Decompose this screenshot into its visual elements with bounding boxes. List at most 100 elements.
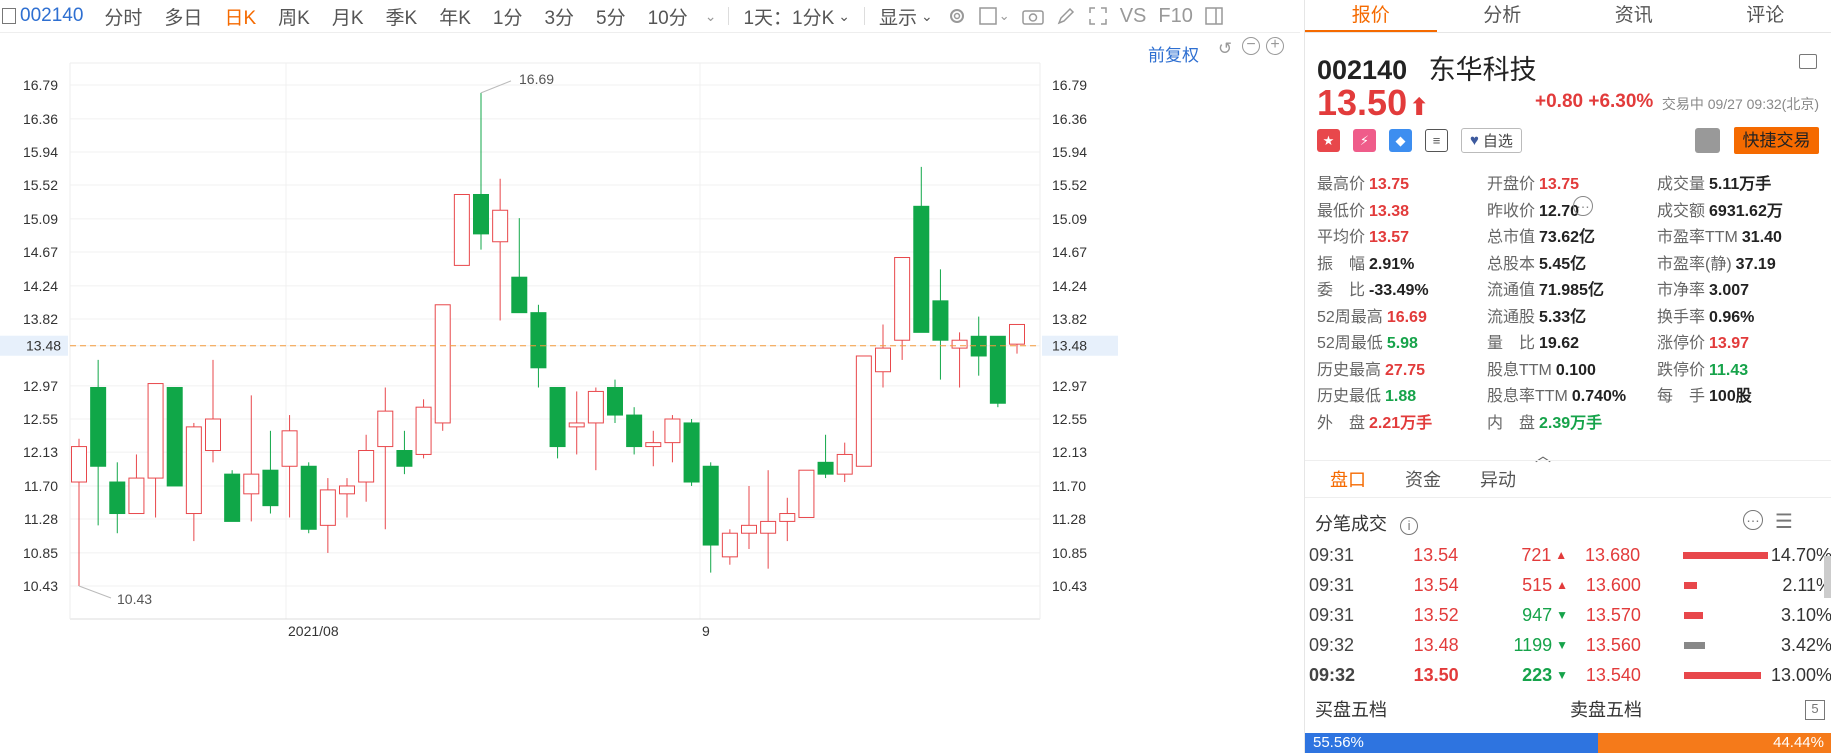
tag-icon[interactable]: ◆ — [1389, 129, 1412, 152]
tick-time: 09:32 — [1309, 664, 1356, 685]
app: 002140 分时 多日 日K 周K 月K 季K 年K 1分 3分 5分 10分 ⌄ 1天：1分K ⌄… — [0, 0, 1831, 753]
document-icon[interactable]: ≡ — [1425, 129, 1448, 152]
stat-value: 0.100 — [1555, 361, 1596, 379]
stat-label: 52周最高 — [1317, 308, 1383, 326]
candle-body — [894, 257, 911, 341]
candle-body — [166, 386, 183, 487]
camera-icon[interactable] — [1021, 7, 1044, 25]
kline-chart[interactable]: 16.79 16.79 16.36 16.36 15.94 15.94 15.52 15.52… — [0, 33, 1300, 753]
stat-label: 委 比 — [1317, 282, 1366, 299]
sell-five-label: 卖盘五档 — [1570, 699, 1642, 720]
stock-code[interactable]: 002140 — [20, 5, 83, 27]
stat-value: 2.21万手 — [1369, 414, 1433, 432]
stat-cell: 52周最低 5.98 — [1317, 331, 1487, 358]
vs-button[interactable]: VS — [1120, 5, 1147, 28]
price-tick-label-right: 13.82 — [1052, 311, 1087, 327]
lightning-icon[interactable]: ⚡ — [1353, 129, 1376, 152]
tick-time: 09:31 — [1309, 604, 1355, 625]
f10-button[interactable]: F10 — [1158, 5, 1192, 28]
price-tick-label-right: 12.55 — [1052, 411, 1087, 427]
five-level-icon[interactable]: 5 — [1805, 700, 1825, 720]
square-icon[interactable]: ⌄ — [979, 7, 1010, 25]
period-tab[interactable]: 1分 — [493, 3, 523, 30]
period-tab[interactable]: 月K — [332, 3, 364, 30]
fuquan-toggle[interactable]: 前复权 — [1148, 41, 1199, 66]
price-tick-label-left: 10.43 — [23, 578, 58, 594]
bell-icon[interactable] — [1695, 128, 1720, 153]
kline-svg[interactable]: 16.79 16.79 16.36 16.36 15.94 15.94 15.52 15.52… — [0, 33, 1300, 753]
price-tick-label-right: 11.28 — [1052, 511, 1086, 527]
detail-tab[interactable]: 异动 — [1480, 466, 1516, 492]
panel-tab[interactable]: 资讯 — [1568, 0, 1700, 32]
candle-body — [224, 473, 241, 522]
period-tab[interactable]: 3分 — [544, 3, 574, 30]
level-bar — [1684, 641, 1705, 649]
interval-select[interactable]: 1天：1分K ⌄ — [743, 3, 850, 30]
price-tick-label-left: 15.94 — [23, 144, 58, 160]
stat-label: 市净率 — [1657, 282, 1706, 299]
price-tick-label-right: 15.52 — [1052, 177, 1087, 193]
chevron-down-icon[interactable]: ⌄ — [705, 8, 717, 25]
sidebar-toggle-icon[interactable] — [2, 8, 16, 24]
candle-body — [1009, 323, 1025, 345]
level-bar — [1684, 581, 1698, 589]
stat-value: 5.11万手 — [1709, 176, 1772, 193]
tick-time: 09:31 — [1309, 574, 1355, 595]
candle-body — [358, 450, 375, 483]
tick-time: 09:31 — [1309, 544, 1355, 565]
stat-label: 总股本 — [1487, 255, 1536, 273]
arrow-up-icon: ⬆ — [1409, 94, 1430, 121]
buy-sell-ratio-bar: 55.56% 44.44% — [1305, 733, 1831, 753]
detail-tab[interactable]: 盘口 — [1330, 466, 1366, 492]
stats-row: 外 盘 2.21万手内 盘 2.39万手 — [1317, 411, 1827, 438]
stat-cell: 52周最高 16.69 — [1317, 305, 1487, 332]
candle-body — [779, 513, 796, 522]
panel-tab[interactable]: 报价 — [1305, 0, 1437, 32]
period-tab[interactable]: 10分 — [648, 3, 688, 30]
stat-cell: 历史最高 27.75 — [1317, 358, 1487, 385]
stat-value: 13.38 — [1369, 202, 1410, 220]
info-icon[interactable]: i — [1400, 517, 1419, 535]
period-tab[interactable]: 日K — [224, 3, 256, 30]
tick-volume: 223 — [1522, 664, 1553, 685]
display-dropdown[interactable]: 显示 ⌄ — [879, 3, 933, 30]
detail-tab[interactable]: 资金 — [1405, 466, 1441, 492]
candle-body — [568, 422, 585, 428]
period-tab[interactable]: 年K — [439, 3, 471, 30]
fullscreen-icon[interactable] — [1088, 6, 1108, 26]
undo-icon[interactable]: ↺ — [1218, 39, 1232, 59]
more-options-icon[interactable]: … — [1743, 510, 1763, 530]
interval-select-label: 1天：1分K — [743, 7, 835, 29]
stat-label: 最高价 — [1317, 176, 1366, 193]
china-flag-icon: ★ — [1317, 129, 1340, 152]
price-tick-label-right: 14.67 — [1052, 244, 1087, 260]
period-tab[interactable]: 周K — [278, 3, 310, 30]
list-view-icon[interactable]: ☰ — [1775, 509, 1793, 534]
price-tick-label-left: 12.97 — [23, 378, 58, 394]
tick-volume: 515 — [1522, 574, 1553, 595]
panel-toggle-icon[interactable] — [1205, 7, 1223, 25]
candle-body — [989, 335, 1006, 404]
stat-label: 振 幅 — [1317, 255, 1366, 273]
more-icon[interactable]: … — [1573, 196, 1593, 216]
zoom-out-icon[interactable]: − — [1242, 37, 1260, 55]
period-tab[interactable]: 分时 — [104, 3, 142, 30]
divider — [728, 7, 730, 25]
stat-label: 每 手 — [1657, 388, 1706, 405]
zoom-in-icon[interactable]: + — [1266, 37, 1284, 55]
price-tick-label-left: 12.13 — [23, 444, 58, 460]
menu-icon[interactable] — [1799, 54, 1817, 69]
quick-trade-button[interactable]: 快捷交易 — [1734, 127, 1819, 154]
candle-body — [741, 524, 757, 534]
gear-icon[interactable] — [947, 6, 967, 26]
add-watchlist-button[interactable]: ♥ 自选 — [1461, 128, 1522, 153]
period-tab[interactable]: 5分 — [596, 3, 626, 30]
candle-body — [453, 193, 470, 266]
pencil-icon[interactable] — [1056, 6, 1076, 26]
period-tab[interactable]: 多日 — [164, 3, 202, 30]
period-tab[interactable]: 季K — [386, 3, 418, 30]
panel-tab[interactable]: 评论 — [1700, 0, 1831, 32]
triangle-down-icon: ▼ — [1556, 668, 1568, 682]
scrollbar[interactable] — [1824, 556, 1831, 598]
panel-tab[interactable]: 分析 — [1437, 0, 1569, 32]
